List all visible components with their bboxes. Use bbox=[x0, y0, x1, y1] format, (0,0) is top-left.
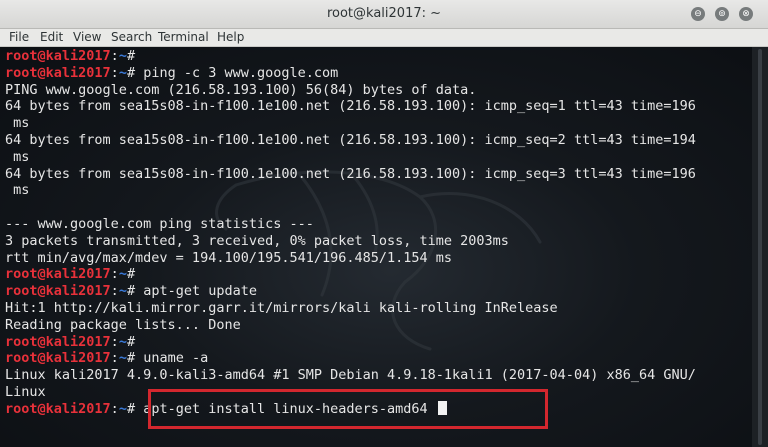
menu-edit[interactable]: Edit bbox=[40, 30, 63, 44]
terminal-line: 64 bytes from sea15s08-in-f100.1e100.net… bbox=[5, 98, 696, 115]
terminal-line: root@kali2017:~# uname -a bbox=[5, 350, 696, 367]
terminal-line: ms bbox=[5, 182, 696, 199]
output-text: 3 packets transmitted, 3 received, 0% pa… bbox=[5, 232, 509, 249]
minimize-icon[interactable]: ⊖ bbox=[691, 7, 705, 21]
prompt-user: root@kali2017 bbox=[5, 400, 111, 417]
menu-terminal[interactable]: Terminal bbox=[158, 30, 209, 44]
prompt-separator: : bbox=[110, 333, 119, 350]
prompt-symbol: # bbox=[126, 283, 144, 300]
terminal-line: PING www.google.com (216.58.193.100) 56(… bbox=[5, 82, 696, 99]
prompt-user: root@kali2017 bbox=[5, 266, 111, 283]
output-text: Hit:1 http://kali.mirror.garr.it/mirrors… bbox=[5, 299, 558, 316]
prompt-separator: : bbox=[110, 350, 119, 367]
terminal-line: Hit:1 http://kali.mirror.garr.it/mirrors… bbox=[5, 300, 696, 317]
output-text: Linux bbox=[5, 383, 46, 400]
terminal-line: root@kali2017:~# bbox=[5, 48, 696, 65]
terminal-line: 64 bytes from sea15s08-in-f100.1e100.net… bbox=[5, 166, 696, 183]
prompt-separator: : bbox=[110, 283, 119, 300]
terminal-output[interactable]: root@kali2017:~# root@kali2017:~# ping -… bbox=[0, 47, 752, 447]
output-text: 64 bytes from sea15s08-in-f100.1e100.net… bbox=[5, 131, 696, 148]
output-text: PING www.google.com (216.58.193.100) 56(… bbox=[5, 81, 477, 98]
highlight-box bbox=[148, 389, 548, 429]
terminal-line: Linux kali2017 4.9.0-kali3-amd64 #1 SMP … bbox=[5, 367, 696, 384]
scrollbar[interactable] bbox=[752, 47, 768, 447]
prompt-path: ~ bbox=[118, 266, 127, 283]
terminal-line: root@kali2017:~# apt-get update bbox=[5, 283, 696, 300]
output-text: Reading package lists... Done bbox=[5, 316, 241, 333]
terminal-line: root@kali2017:~# ping -c 3 www.google.co… bbox=[5, 65, 696, 82]
title-bar[interactable]: root@kali2017: ~ ⊖ ⊚ ⊗ bbox=[0, 0, 768, 29]
command-text: uname -a bbox=[143, 350, 209, 367]
terminal-window: root@kali2017: ~ ⊖ ⊚ ⊗ File Edit View Se… bbox=[0, 0, 768, 447]
prompt-path: ~ bbox=[118, 333, 127, 350]
prompt-separator: : bbox=[110, 400, 119, 417]
terminal-line: 64 bytes from sea15s08-in-f100.1e100.net… bbox=[5, 132, 696, 149]
prompt-path: ~ bbox=[118, 283, 127, 300]
terminal-line: rtt min/avg/max/mdev = 194.100/195.541/1… bbox=[5, 250, 696, 267]
prompt-path: ~ bbox=[118, 48, 127, 64]
menu-view[interactable]: View bbox=[73, 30, 101, 44]
scroll-thumb[interactable] bbox=[758, 49, 762, 445]
menu-file[interactable]: File bbox=[9, 30, 29, 44]
terminal-line: ms bbox=[5, 115, 696, 132]
terminal-line: 3 packets transmitted, 3 received, 0% pa… bbox=[5, 233, 696, 250]
output-text: Linux kali2017 4.9.0-kali3-amd64 #1 SMP … bbox=[5, 367, 696, 384]
prompt-symbol: # bbox=[126, 64, 144, 81]
command-text: ping -c 3 www.google.com bbox=[143, 64, 339, 81]
output-text: ms bbox=[5, 148, 30, 165]
terminal-line: Reading package lists... Done bbox=[5, 317, 696, 334]
prompt-path: ~ bbox=[118, 350, 127, 367]
prompt-symbol: # bbox=[126, 48, 144, 64]
prompt-symbol: # bbox=[126, 266, 144, 283]
prompt-user: root@kali2017 bbox=[5, 333, 111, 350]
output-text: ms bbox=[5, 182, 30, 199]
prompt-separator: : bbox=[110, 266, 119, 283]
prompt-user: root@kali2017 bbox=[5, 283, 111, 300]
command-text: apt-get update bbox=[143, 283, 258, 300]
terminal-lines: root@kali2017:~# root@kali2017:~# ping -… bbox=[5, 48, 696, 418]
output-text: --- www.google.com ping statistics --- bbox=[5, 215, 314, 232]
menu-help[interactable]: Help bbox=[217, 30, 244, 44]
prompt-separator: : bbox=[110, 64, 119, 81]
prompt-separator: : bbox=[110, 48, 119, 64]
terminal-line: root@kali2017:~# bbox=[5, 334, 696, 351]
menu-bar: File Edit View Search Terminal Help bbox=[0, 29, 768, 47]
prompt-path: ~ bbox=[118, 64, 127, 81]
output-text: 64 bytes from sea15s08-in-f100.1e100.net… bbox=[5, 165, 696, 182]
prompt-symbol: # bbox=[126, 350, 144, 367]
maximize-icon[interactable]: ⊚ bbox=[715, 7, 729, 21]
terminal-line: root@kali2017:~# bbox=[5, 266, 696, 283]
prompt-symbol: # bbox=[126, 333, 144, 350]
window-title: root@kali2017: ~ bbox=[326, 6, 442, 21]
menu-search[interactable]: Search bbox=[111, 30, 152, 44]
terminal-line: ms bbox=[5, 149, 696, 166]
prompt-path: ~ bbox=[118, 400, 127, 417]
output-text: rtt min/avg/max/mdev = 194.100/195.541/1… bbox=[5, 249, 453, 266]
output-text: 64 bytes from sea15s08-in-f100.1e100.net… bbox=[5, 98, 696, 115]
close-icon[interactable]: ⊗ bbox=[739, 7, 753, 21]
prompt-symbol: # bbox=[126, 400, 144, 417]
terminal-line: --- www.google.com ping statistics --- bbox=[5, 216, 696, 233]
output-text: ms bbox=[5, 115, 30, 132]
prompt-user: root@kali2017 bbox=[5, 48, 111, 64]
prompt-user: root@kali2017 bbox=[5, 350, 111, 367]
prompt-user: root@kali2017 bbox=[5, 64, 111, 81]
